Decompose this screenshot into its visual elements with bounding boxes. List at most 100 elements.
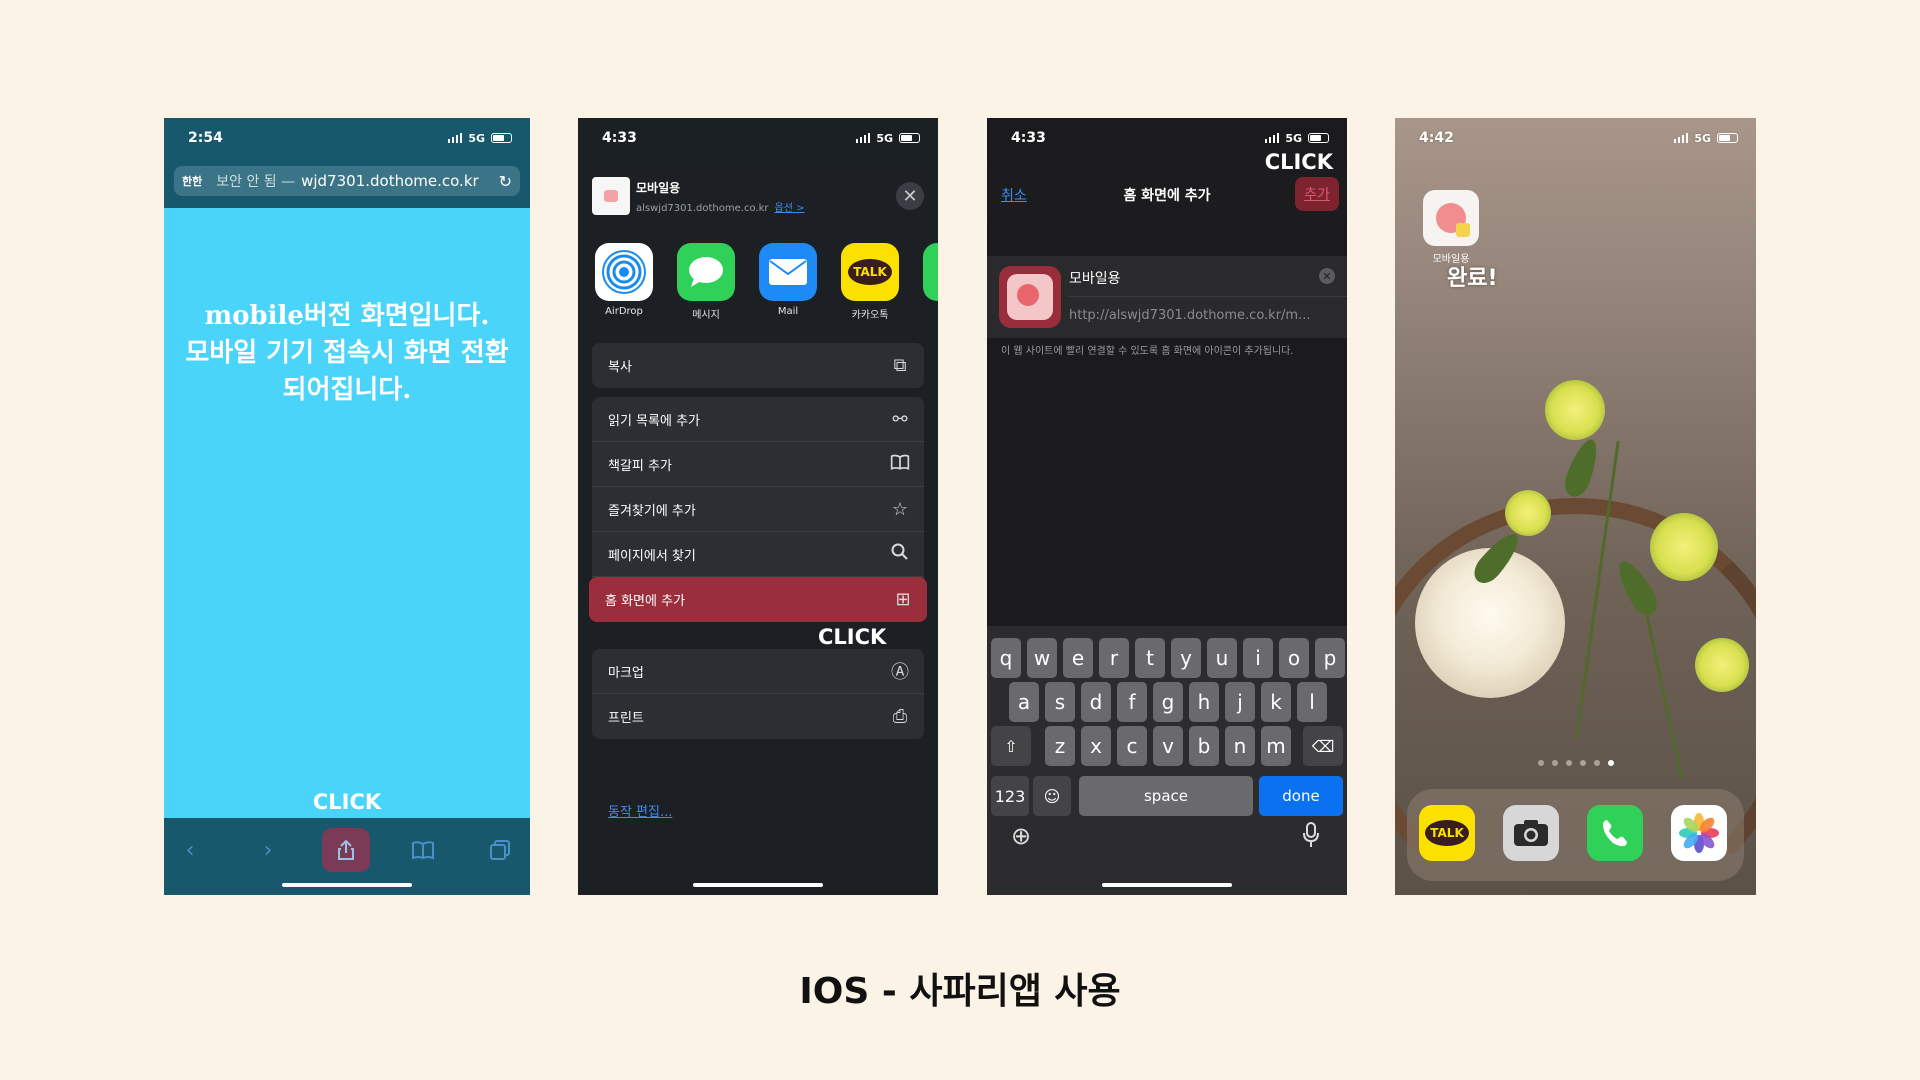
signal-icon xyxy=(448,133,463,143)
key-h[interactable]: h xyxy=(1189,682,1219,722)
key-i[interactable]: i xyxy=(1243,638,1273,678)
home-indicator xyxy=(282,883,412,887)
numbers-key[interactable]: 123 xyxy=(991,776,1029,816)
mail-icon xyxy=(759,243,817,301)
clear-icon[interactable]: ✕ xyxy=(1319,268,1335,284)
options-link[interactable]: 옵션 > xyxy=(775,203,805,214)
photos-icon[interactable] xyxy=(1671,805,1727,861)
key-m[interactable]: m xyxy=(1261,726,1291,766)
key-k[interactable]: k xyxy=(1261,682,1291,722)
phone-share-sheet: 4:33 5G 모바일용 alswjd7301.dothome.co.kr 옵션 … xyxy=(578,118,938,895)
action-label: 복사 xyxy=(608,360,632,375)
click-annotation: CLICK xyxy=(1264,150,1333,174)
key-t[interactable]: t xyxy=(1135,638,1165,678)
key-v[interactable]: v xyxy=(1153,726,1183,766)
bookmarks-icon[interactable] xyxy=(399,828,447,872)
signal-icon xyxy=(1265,133,1280,143)
wallpaper-yellow-flower xyxy=(1695,638,1749,692)
page-dots xyxy=(1395,760,1756,766)
microphone-icon[interactable] xyxy=(1303,822,1319,854)
key-u[interactable]: u xyxy=(1207,638,1237,678)
key-y[interactable]: y xyxy=(1171,638,1201,678)
share-app-messages[interactable]: 메시지 xyxy=(676,243,736,321)
app-label: AirDrop xyxy=(605,306,643,317)
key-d[interactable]: d xyxy=(1081,682,1111,722)
camera-icon[interactable] xyxy=(1503,805,1559,861)
network-label: 5G xyxy=(1285,131,1302,145)
share-app-mail[interactable]: Mail xyxy=(758,243,818,317)
done-annotation: 완료! xyxy=(1447,266,1498,291)
copy-icon: ⧉ xyxy=(893,355,907,376)
action-bookmark[interactable]: 책갈피 추가 xyxy=(592,442,924,487)
share-app-kakaotalk[interactable]: TALK 카카오톡 xyxy=(840,243,900,321)
more-actions-group: 마크업 Ⓐ 프린트 ⎙ xyxy=(592,649,924,739)
key-p[interactable]: p xyxy=(1315,638,1345,678)
action-markup[interactable]: 마크업 Ⓐ xyxy=(592,649,924,694)
page-caption: IOS - 사파리앱 사용 xyxy=(799,971,1121,1012)
action-label: 읽기 목록에 추가 xyxy=(608,413,700,429)
add-button[interactable]: 추가 xyxy=(1295,177,1339,211)
key-o[interactable]: o xyxy=(1279,638,1309,678)
webclip-description: 이 웹 사이트에 빨리 연결할 수 있도록 홈 화면에 아이콘이 추가됩니다. xyxy=(1001,346,1294,357)
action-favorites[interactable]: 즐겨찾기에 추가 ☆ xyxy=(592,487,924,532)
forward-icon[interactable]: › xyxy=(244,828,292,872)
key-w[interactable]: w xyxy=(1027,638,1057,678)
action-copy[interactable]: 복사 ⧉ xyxy=(592,343,924,388)
webclip-name-input[interactable]: 모바일용 xyxy=(1069,268,1121,288)
key-g[interactable]: g xyxy=(1153,682,1183,722)
content-line: 되어집니다. xyxy=(282,375,412,405)
dock: TALK xyxy=(1407,789,1744,881)
key-c[interactable]: c xyxy=(1117,726,1147,766)
shift-key[interactable]: ⇧ xyxy=(991,726,1031,766)
messages-icon xyxy=(677,243,735,301)
reload-icon[interactable]: ↻ xyxy=(499,172,512,191)
action-label: 책갈피 추가 xyxy=(608,458,672,474)
action-label: 프린트 xyxy=(608,711,644,726)
address-bar[interactable]: 한한 보안 안 됨 — wjd7301.dothome.co.kr ↻ xyxy=(174,166,520,196)
key-l[interactable]: l xyxy=(1297,682,1327,722)
share-icon[interactable] xyxy=(322,828,370,872)
globe-icon[interactable]: ⊕ xyxy=(1011,822,1031,850)
space-key[interactable]: space xyxy=(1079,776,1253,816)
key-n[interactable]: n xyxy=(1225,726,1255,766)
battery-icon xyxy=(491,133,512,143)
divider xyxy=(1069,296,1347,297)
key-x[interactable]: x xyxy=(1081,726,1111,766)
action-print[interactable]: 프린트 ⎙ xyxy=(592,694,924,739)
webclip-app-icon[interactable] xyxy=(1423,190,1479,246)
key-z[interactable]: z xyxy=(1045,726,1075,766)
share-app-airdrop[interactable]: AirDrop xyxy=(594,243,654,317)
emoji-key[interactable]: ☺ xyxy=(1033,776,1071,816)
page-settings-button[interactable]: 한한 xyxy=(182,173,202,189)
action-find-in-page[interactable]: 페이지에서 찾기 xyxy=(592,532,924,577)
tabs-icon[interactable] xyxy=(476,828,524,872)
key-a[interactable]: a xyxy=(1009,682,1039,722)
edit-actions-link[interactable]: 동작 편집... xyxy=(608,801,672,820)
wallpaper-yellow-flower xyxy=(1505,490,1551,536)
click-annotation: CLICK xyxy=(312,790,382,814)
talk-badge: TALK xyxy=(848,259,892,285)
app-icon-partial xyxy=(923,243,938,301)
done-key[interactable]: done xyxy=(1259,776,1343,816)
printer-icon: ⎙ xyxy=(892,706,908,727)
home-indicator xyxy=(1102,883,1232,887)
key-b[interactable]: b xyxy=(1189,726,1219,766)
delete-key[interactable]: ⌫ xyxy=(1303,726,1343,766)
kakaotalk-icon: TALK xyxy=(841,243,899,301)
webclip-url: http://alswjd7301.dothome.co.kr/m... xyxy=(1069,308,1311,323)
share-app-more[interactable] xyxy=(922,243,938,301)
key-q[interactable]: q xyxy=(991,638,1021,678)
key-r[interactable]: r xyxy=(1099,638,1129,678)
phone-icon[interactable] xyxy=(1587,805,1643,861)
kakaotalk-icon[interactable]: TALK xyxy=(1419,805,1475,861)
key-j[interactable]: j xyxy=(1225,682,1255,722)
action-reading-list[interactable]: 읽기 목록에 추가 ⚯ xyxy=(592,397,924,442)
key-e[interactable]: e xyxy=(1063,638,1093,678)
key-f[interactable]: f xyxy=(1117,682,1147,722)
close-icon[interactable]: ✕ xyxy=(896,182,924,210)
airdrop-icon xyxy=(595,243,653,301)
action-add-to-home[interactable]: 홈 화면에 추가 ⊞ xyxy=(589,577,927,622)
key-s[interactable]: s xyxy=(1045,682,1075,722)
back-icon[interactable]: ‹ xyxy=(166,828,214,872)
app-label: 메시지 xyxy=(692,310,720,321)
